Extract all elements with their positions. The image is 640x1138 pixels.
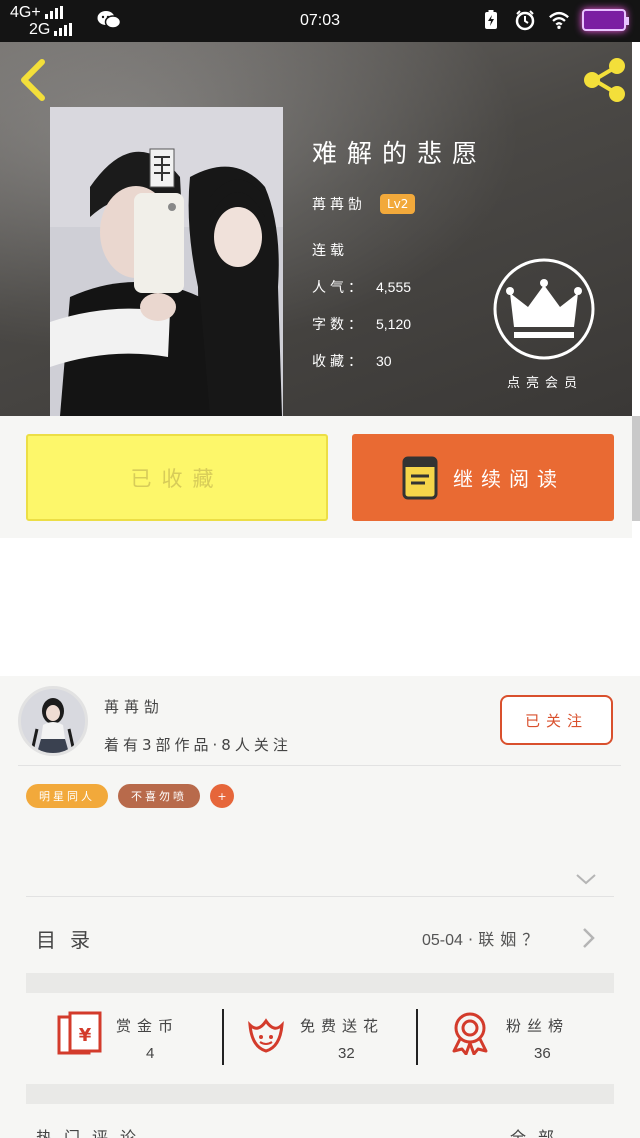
- scrollbar[interactable]: [632, 416, 640, 521]
- continue-reading-label: 继续阅读: [453, 467, 565, 491]
- stat-flowers-value: 32: [338, 1045, 355, 1062]
- tag-chip[interactable]: 不喜勿喷: [118, 784, 200, 808]
- stat-fans-label: 粉丝榜: [506, 1017, 570, 1035]
- divider: [26, 896, 614, 897]
- favorites-row: 收藏： 30: [312, 353, 392, 370]
- popularity-row: 人气： 4,555: [312, 279, 412, 296]
- book-title: 难解的悲愿: [312, 139, 488, 168]
- divider: [18, 765, 621, 766]
- battery-icon: [582, 9, 629, 31]
- latest-chapter-date: 05-04: [422, 932, 463, 949]
- alarm-icon: [515, 10, 535, 31]
- author-avatar[interactable]: [18, 686, 88, 756]
- latest-chapter-title: 联姻？: [478, 930, 545, 949]
- divider: [222, 1009, 224, 1065]
- details-panel: 苒苒勂 着有3部作品·8人关注 已关注 明星同人 不喜勿喷 + 目录 05-04…: [0, 676, 640, 1138]
- author-level-badge: Lv2: [380, 194, 416, 214]
- follow-button[interactable]: 已关注: [500, 695, 613, 745]
- svg-text:¥: ¥: [79, 1025, 92, 1046]
- book-author[interactable]: 苒苒勂: [312, 194, 366, 214]
- section-gap: [26, 973, 614, 993]
- latest-chapter[interactable]: 05-04 · 联姻？: [422, 926, 544, 950]
- book-status: 连载: [312, 243, 348, 259]
- word-count-value: 5,120: [376, 316, 412, 332]
- avatar-image: [21, 689, 85, 753]
- back-arrow-icon[interactable]: [14, 56, 50, 104]
- flower-icon: [248, 1018, 284, 1053]
- stat-flowers-label: 免费送花: [300, 1017, 385, 1035]
- medal-icon: [452, 1012, 488, 1055]
- share-icon[interactable]: [580, 56, 628, 104]
- all-comments-link[interactable]: 全部: [510, 1124, 566, 1138]
- continue-reading-button[interactable]: 继续阅读: [352, 434, 614, 521]
- stat-coins-label: 赏金币: [116, 1017, 180, 1035]
- favorites-value: 30: [376, 353, 392, 369]
- hot-comments-label: 热门评论: [36, 1128, 149, 1138]
- book-icon: [402, 456, 438, 499]
- author-name[interactable]: 苒苒勂: [104, 696, 164, 717]
- tag-chip[interactable]: 明星同人: [26, 784, 108, 808]
- status-bar: 4G+ 2G 07:03: [0, 0, 640, 42]
- chevron-right-icon[interactable]: [580, 926, 596, 950]
- book-info: 难解的悲愿 苒苒勂 Lv2 连载 人气： 4,555 字数： 5,120 收藏： 30: [312, 134, 487, 371]
- crown-icon[interactable]: [492, 257, 596, 361]
- add-tag-button[interactable]: +: [210, 784, 234, 808]
- cover-image: [50, 107, 283, 416]
- word-count-label: 字数: [312, 317, 348, 333]
- table-of-contents-label[interactable]: 目录: [36, 924, 104, 953]
- divider: [416, 1009, 418, 1065]
- popularity-value: 4,555: [376, 279, 412, 295]
- battery-charging-icon: [485, 10, 497, 29]
- book-header: 难解的悲愿 苒苒勂 Lv2 连载 人气： 4,555 字数： 5,120 收藏： 30…: [0, 42, 632, 416]
- action-bar: 已收藏 继续阅读: [0, 416, 632, 538]
- favorites-label: 收藏: [312, 354, 348, 370]
- chevron-down-icon[interactable]: [575, 872, 597, 886]
- book-cover[interactable]: [50, 107, 283, 416]
- author-meta: 着有3部作品·8人关注: [104, 736, 292, 754]
- tag-list: 明星同人 不喜勿喷 +: [26, 784, 234, 808]
- red-envelope-icon: ¥: [57, 1011, 102, 1055]
- stat-fans-value: 36: [534, 1045, 551, 1062]
- collected-button[interactable]: 已收藏: [26, 434, 328, 521]
- stat-coins-value: 4: [146, 1045, 155, 1062]
- membership-label[interactable]: 点亮会员: [480, 372, 610, 391]
- popularity-label: 人气: [312, 280, 348, 296]
- word-count-row: 字数： 5,120: [312, 316, 412, 333]
- stats-bar: ¥ 赏金币 4 免费送花 32 粉丝榜 36: [26, 993, 614, 1081]
- wifi-icon: [549, 11, 569, 29]
- section-gap: [26, 1084, 614, 1104]
